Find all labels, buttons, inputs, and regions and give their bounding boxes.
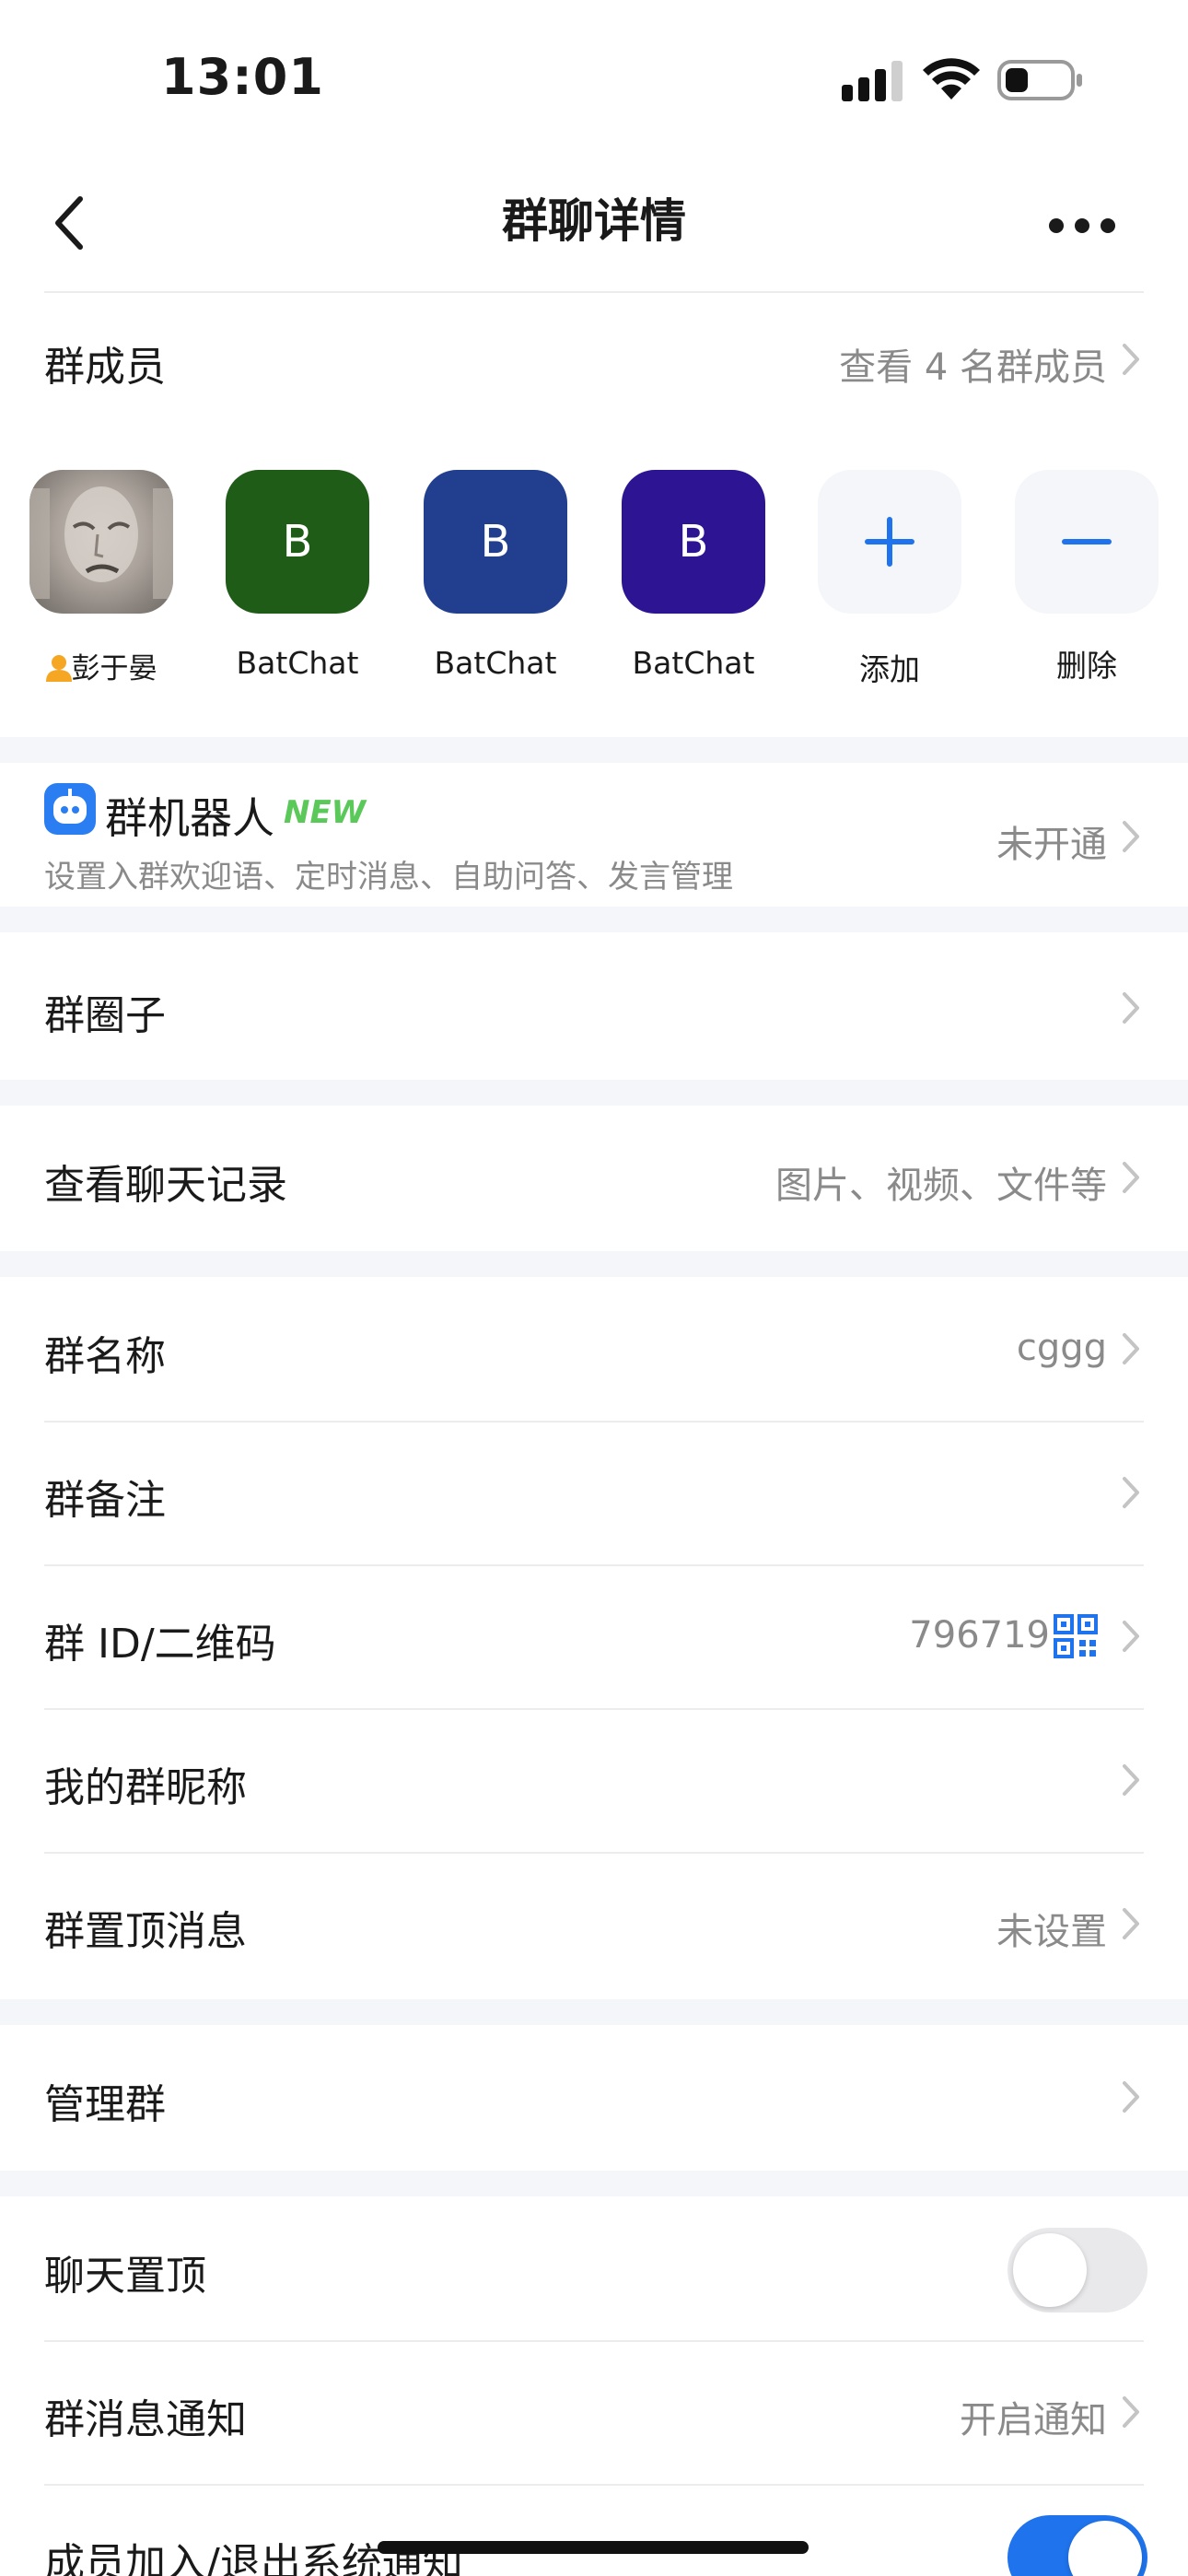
status-bar: 13:01 — [0, 0, 1188, 157]
members-row[interactable]: 群成员 查看 4 名群成员 — [0, 293, 1188, 431]
message-notify-row[interactable]: 群消息通知 开启通知 — [0, 2342, 1188, 2484]
chevron-right-icon — [1123, 1908, 1139, 1939]
member-notice-toggle[interactable] — [1007, 2515, 1147, 2576]
group-remark-row[interactable]: 群备注 — [0, 1423, 1188, 1564]
chevron-right-icon — [1123, 992, 1139, 1024]
group-circle-label: 群圈子 — [44, 992, 166, 1039]
group-name-value: cggg — [1016, 1327, 1107, 1369]
battery-icon — [997, 60, 1082, 100]
robot-subtitle: 设置入群欢迎语、定时消息、自助问答、发言管理 — [44, 859, 733, 896]
face-photo-icon — [29, 486, 173, 599]
chevron-right-icon — [1123, 1764, 1139, 1796]
member-avatar — [29, 470, 173, 614]
group-id-value: 796719 — [909, 1614, 1050, 1657]
manage-group-row[interactable]: 管理群 — [0, 2025, 1188, 2172]
member-name: BatChat — [236, 645, 359, 681]
member-avatar: B — [622, 470, 765, 614]
add-member-button[interactable]: 添加 — [818, 470, 961, 689]
robot-status: 未开通 — [996, 824, 1107, 866]
home-indicator — [378, 2541, 809, 2554]
minus-icon — [1062, 539, 1112, 544]
pin-chat-toggle[interactable] — [1007, 2228, 1147, 2313]
section-gap — [0, 2171, 1188, 2196]
toggle-knob — [1068, 2521, 1142, 2576]
member-notice-row: 成员加入/退出系统通知 — [0, 2486, 1188, 2576]
members-label: 群成员 — [44, 344, 166, 391]
chevron-right-icon — [1123, 344, 1139, 375]
my-nickname-row[interactable]: 我的群昵称 — [0, 1710, 1188, 1852]
member-item[interactable]: B BatChat — [424, 470, 567, 681]
pin-chat-row: 聊天置顶 — [0, 2196, 1188, 2340]
chevron-right-icon — [1123, 1477, 1139, 1508]
chat-history-hint: 图片、视频、文件等 — [775, 1165, 1107, 1207]
status-time: 13:01 — [161, 48, 324, 106]
section-gap — [0, 737, 1188, 763]
more-icon — [1049, 218, 1115, 233]
pinned-message-value: 未设置 — [996, 1911, 1107, 1953]
section-gap — [0, 1251, 1188, 1277]
chevron-right-icon — [1123, 2081, 1139, 2113]
manage-group-label: 管理群 — [44, 2081, 166, 2128]
toggle-knob — [1013, 2233, 1087, 2307]
message-notify-value: 开启通知 — [960, 2399, 1107, 2441]
member-item[interactable]: B BatChat — [622, 470, 765, 681]
chevron-right-icon — [1123, 821, 1139, 852]
pinned-message-row[interactable]: 群置顶消息 未设置 — [0, 1854, 1188, 2001]
member-owner-name: 彭于晏 — [29, 645, 173, 686]
group-id-label: 群 ID/二维码 — [44, 1621, 276, 1668]
cellular-signal-icon — [842, 61, 903, 101]
owner-icon — [45, 655, 72, 682]
view-members-link: 查看 4 名群成员 — [839, 346, 1107, 389]
robot-title: 群机器人 — [105, 793, 274, 843]
member-avatar: B — [424, 470, 567, 614]
remove-member-label: 删除 — [1056, 648, 1117, 684]
member-name: BatChat — [632, 645, 755, 681]
group-remark-label: 群备注 — [44, 1477, 166, 1524]
member-avatar: B — [226, 470, 369, 614]
add-member-tile — [818, 470, 961, 614]
member-name: 彭于晏 — [71, 652, 157, 685]
add-member-label: 添加 — [859, 651, 920, 687]
chevron-right-icon — [1123, 1333, 1139, 1364]
more-options-button[interactable] — [1031, 184, 1133, 267]
page-title: 群聊详情 — [502, 194, 686, 248]
group-name-label: 群名称 — [44, 1333, 166, 1380]
my-nickname-label: 我的群昵称 — [44, 1764, 247, 1811]
nav-bar: 群聊详情 — [0, 157, 1188, 291]
plus-icon — [865, 517, 914, 567]
section-gap — [0, 1080, 1188, 1106]
chevron-right-icon — [1123, 1621, 1139, 1652]
chat-history-label: 查看聊天记录 — [44, 1162, 287, 1209]
chevron-right-icon — [1123, 2396, 1139, 2428]
member-item[interactable]: 彭于晏 — [29, 470, 173, 686]
wifi-icon — [923, 58, 980, 100]
chevron-right-icon — [1123, 1162, 1139, 1193]
pin-chat-label: 聊天置顶 — [44, 2253, 206, 2300]
member-item[interactable]: B BatChat — [226, 470, 369, 681]
section-gap — [0, 907, 1188, 932]
group-id-row[interactable]: 群 ID/二维码 796719 — [0, 1566, 1188, 1708]
section-gap — [0, 1999, 1188, 2025]
qr-code-icon — [1054, 1614, 1098, 1658]
new-badge: NEW — [284, 794, 367, 831]
chat-history-row[interactable]: 查看聊天记录 图片、视频、文件等 — [0, 1106, 1188, 1253]
remove-member-tile — [1015, 470, 1159, 614]
remove-member-button[interactable]: 删除 — [1015, 470, 1159, 685]
pinned-message-label: 群置顶消息 — [44, 1908, 247, 1955]
member-name: BatChat — [434, 645, 557, 681]
message-notify-label: 群消息通知 — [44, 2396, 247, 2443]
robot-icon — [44, 783, 96, 835]
group-name-row[interactable]: 群名称 cggg — [0, 1277, 1188, 1421]
group-circle-row[interactable]: 群圈子 — [0, 932, 1188, 1080]
